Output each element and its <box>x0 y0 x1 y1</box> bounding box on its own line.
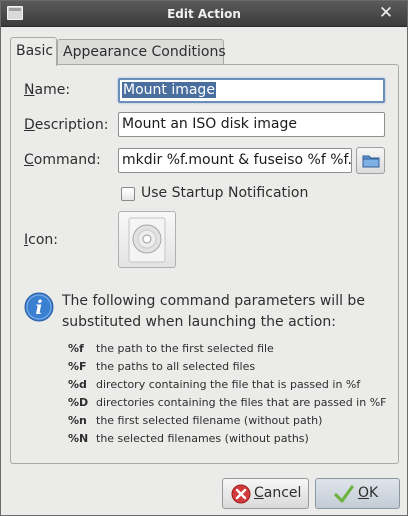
tab-basic[interactable]: Basic <box>10 37 57 66</box>
parameter-key: %D <box>68 396 89 409</box>
command-label-mnemonic: C <box>24 152 34 168</box>
command-label: Command: <box>24 152 101 168</box>
parameter-description: the first selected filename (without pat… <box>96 414 323 427</box>
command-field[interactable]: mkdir %f.mount & fuseiso %f %f.mount <box>118 148 352 173</box>
name-label: Name: <box>24 82 70 98</box>
ok-mnemonic: O <box>358 485 370 501</box>
description-label: Description: <box>24 117 108 133</box>
parameter-description: the paths to all selected files <box>96 360 256 373</box>
parameter-key: %N <box>68 432 89 445</box>
icon-label-rest: con: <box>28 232 58 248</box>
parameters-list: %f the path to the first selected file %F… <box>68 340 386 448</box>
cancel-mnemonic: C <box>254 485 264 501</box>
ok-button-label: OK <box>358 479 378 508</box>
description-field[interactable]: Mount an ISO disk image <box>118 112 385 137</box>
ok-label-rest: K <box>369 485 379 501</box>
command-label-rest: ommand: <box>33 152 101 168</box>
parameter-key: %d <box>68 378 87 391</box>
name-label-mnemonic: N <box>24 82 35 98</box>
info-icon: i <box>24 292 54 322</box>
close-icon[interactable]: ✕ <box>377 4 395 22</box>
ok-button[interactable]: OK <box>315 478 400 509</box>
parameter-row: %d directory containing the file that is … <box>68 376 386 394</box>
parameter-description: directories containing the files that ar… <box>96 396 387 409</box>
cancel-icon <box>231 484 251 504</box>
parameter-description: the selected filenames (without paths) <box>96 432 309 445</box>
tab-appearance-conditions[interactable]: Appearance Conditions <box>57 39 226 65</box>
parameter-description: the path to the first selected file <box>96 342 274 355</box>
parameter-row: %D directories containing the files that … <box>68 394 386 412</box>
parameter-row: %N the selected filenames (without paths) <box>68 430 386 448</box>
checkmark-icon <box>334 485 354 503</box>
edit-action-dialog: Edit Action ✕ Basic Appearance Condition… <box>0 0 408 516</box>
startup-notification-checkbox[interactable] <box>121 187 135 201</box>
description-label-mnemonic: D <box>24 117 35 133</box>
parameter-description: directory containing the file that is pa… <box>96 378 361 391</box>
name-field[interactable]: Mount image <box>118 78 385 103</box>
svg-text:i: i <box>35 297 42 319</box>
folder-icon <box>362 155 380 168</box>
cd-disc-icon <box>128 217 166 263</box>
parameter-key: %f <box>68 342 84 355</box>
parameter-row: %F the paths to all selected files <box>68 358 386 376</box>
startup-notification-label[interactable]: Use Startup Notification <box>141 185 308 201</box>
browse-command-button[interactable] <box>356 147 385 174</box>
parameter-key: %n <box>68 414 87 427</box>
name-field-value: Mount image <box>122 82 216 98</box>
parameters-info-text: The following command parameters will be… <box>62 293 365 330</box>
parameter-key: %F <box>68 360 87 373</box>
cancel-button[interactable]: Cancel <box>222 478 309 509</box>
basic-tab-panel: Name: Mount image Description: Mount an … <box>10 64 399 464</box>
title-bar[interactable]: Edit Action ✕ <box>1 1 407 27</box>
cancel-label-rest: ancel <box>263 485 302 501</box>
cancel-button-label: Cancel <box>254 479 301 508</box>
window-title: Edit Action <box>167 7 241 21</box>
parameter-row: %f the path to the first selected file <box>68 340 386 358</box>
icon-label: Icon: <box>24 232 58 248</box>
description-label-rest: escription: <box>34 117 109 133</box>
icon-chooser-button[interactable] <box>118 211 176 268</box>
name-label-rest: ame: <box>34 82 71 98</box>
parameter-row: %n the first selected filename (without p… <box>68 412 386 430</box>
